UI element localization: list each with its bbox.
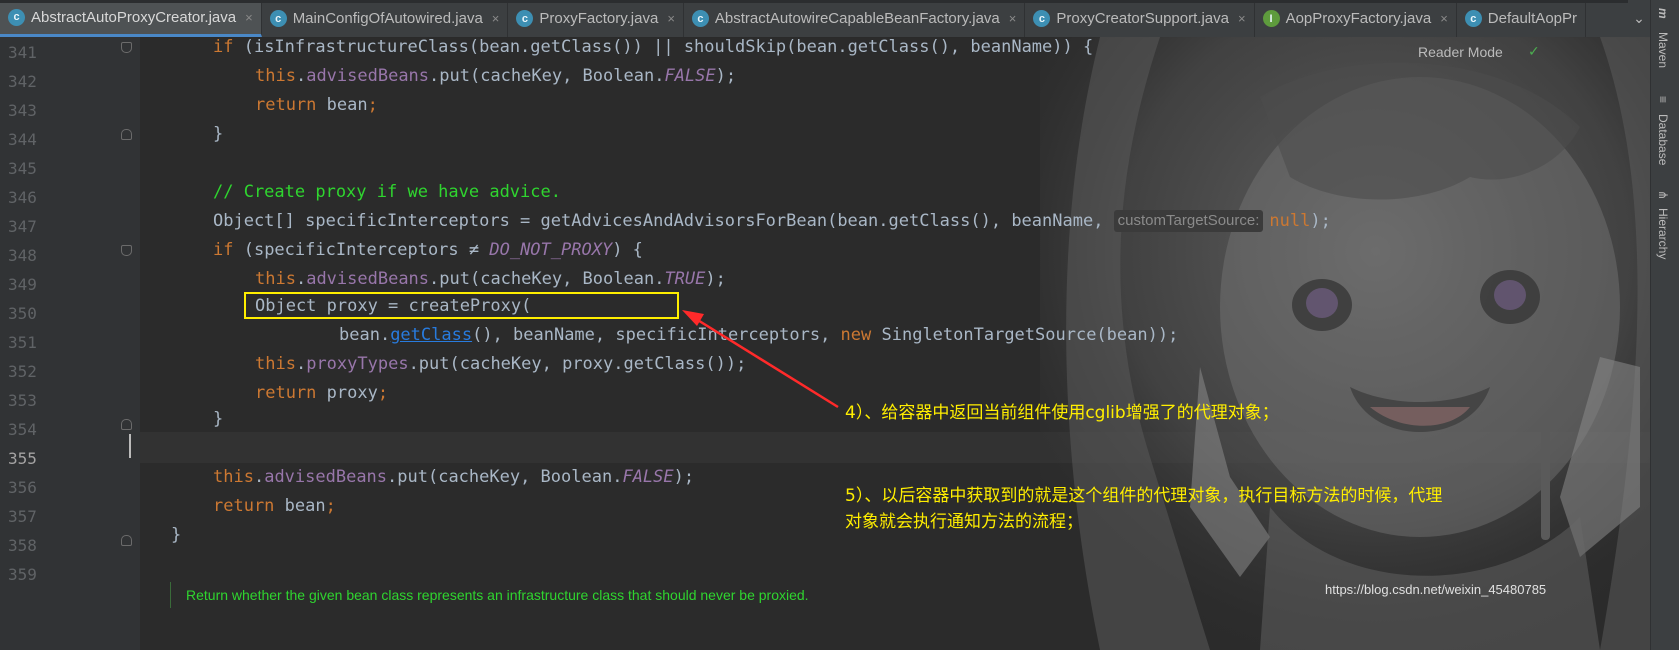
tab-overflow-chevron-icon[interactable]: ⌄ — [1628, 0, 1650, 37]
line-number: 352 — [8, 362, 37, 381]
get-class-link[interactable]: getClass — [390, 325, 472, 345]
line-number: 350 — [8, 304, 37, 323]
code-line-348[interactable]: if (specificInterceptors ≠ DO_NOT_PROXY)… — [213, 235, 643, 266]
tab-label: AbstractAutoProxyCreator.java — [31, 8, 237, 26]
fold-toggle-icon[interactable] — [121, 535, 132, 546]
line-number: 344 — [8, 130, 37, 149]
class-icon: c — [269, 10, 287, 27]
tool-window-maven[interactable]: Maven — [1656, 32, 1670, 68]
line-number: 342 — [8, 72, 37, 91]
database-icon: ≡ — [1656, 96, 1670, 104]
tab-label: ProxyCreatorSupport.java — [1056, 10, 1229, 27]
check-icon: ✓ — [1528, 44, 1540, 60]
code-line-347[interactable]: Object[] specificInterceptors = getAdvic… — [213, 206, 1331, 237]
hierarchy-icon: ⋔ — [1656, 190, 1670, 201]
tab-label: AopProxyFactory.java — [1285, 10, 1432, 27]
yellow-highlight-box — [244, 292, 679, 319]
code-line-358[interactable]: } — [171, 520, 181, 551]
line-number: 353 — [8, 391, 37, 410]
annotation-note-5-line1: 5）、以后容器中获取到的就是这个组件的代理对象，执行目标方法的时候，代理 — [845, 486, 1443, 506]
text-caret — [129, 434, 131, 458]
line-number: 356 — [8, 478, 37, 497]
code-line-344[interactable]: } — [213, 119, 223, 150]
close-icon[interactable]: × — [245, 10, 253, 25]
tab-label: AbstractAutowireCapableBeanFactory.java — [714, 10, 1000, 27]
class-icon: c — [8, 8, 25, 26]
tab-label: ProxyFactory.java — [539, 10, 659, 27]
code-line-351[interactable]: bean.getClass(), beanName, specificInter… — [339, 320, 1178, 351]
tab-label: DefaultAopPr — [1487, 10, 1577, 27]
close-icon[interactable]: × — [667, 11, 675, 26]
annotation-note-5-line2: 对象就会执行通知方法的流程； — [845, 512, 1083, 532]
tab-aop-proxy-factory[interactable]: I AopProxyFactory.java × — [1255, 0, 1457, 37]
line-number-gutter[interactable]: 341 342 343 344 345 346 347 348 349 350 … — [0, 37, 140, 650]
class-icon: c — [691, 10, 709, 27]
class-icon: c — [516, 10, 534, 27]
close-icon[interactable]: × — [1440, 11, 1448, 26]
close-icon[interactable]: × — [492, 11, 500, 26]
class-icon: c — [1464, 10, 1482, 27]
maven-logo-icon: m — [1656, 8, 1670, 19]
breadcrumb-strip — [0, 0, 1650, 3]
editor-scrollbar-thumb[interactable] — [1541, 420, 1550, 540]
line-number: 351 — [8, 333, 37, 352]
interface-icon: I — [1262, 10, 1280, 27]
right-tool-window-bar: m Maven ≡ Database ⋔ Hierarchy — [1650, 0, 1679, 650]
code-line-354[interactable]: } — [213, 404, 223, 435]
line-number: 348 — [8, 246, 37, 265]
code-line-343[interactable]: return bean; — [255, 90, 378, 121]
code-line-341[interactable]: if (isInfrastructureClass(bean.getClass(… — [213, 32, 1093, 63]
line-number: 349 — [8, 275, 37, 294]
line-number: 346 — [8, 188, 37, 207]
watermark-text: https://blog.csdn.net/weixin_45480785 — [1325, 582, 1547, 597]
tab-label: MainConfigOfAutowired.java — [292, 10, 483, 27]
code-line-357[interactable]: return bean; — [213, 491, 336, 522]
class-icon: c — [1033, 10, 1051, 27]
code-line-353[interactable]: return proxy; — [255, 378, 388, 409]
line-number: 358 — [8, 536, 37, 555]
close-icon[interactable]: × — [1009, 11, 1017, 26]
tab-default-aop-proxy-factory[interactable]: c DefaultAopPr — [1457, 0, 1586, 37]
line-number: 343 — [8, 101, 37, 120]
code-line-342[interactable]: this.advisedBeans.put(cacheKey, Boolean.… — [255, 61, 736, 92]
line-number: 345 — [8, 159, 37, 178]
tool-window-hierarchy[interactable]: Hierarchy — [1656, 208, 1670, 259]
line-number: 354 — [8, 420, 37, 439]
fold-toggle-icon[interactable] — [121, 245, 132, 256]
line-number: 359 — [8, 565, 37, 584]
code-line-356[interactable]: this.advisedBeans.put(cacheKey, Boolean.… — [213, 462, 694, 493]
line-number: 347 — [8, 217, 37, 236]
line-number-current: 355 — [8, 449, 37, 468]
fold-toggle-icon[interactable] — [121, 42, 132, 53]
tool-window-database[interactable]: Database — [1656, 114, 1670, 165]
quick-doc-footer: Return whether the given bean class repr… — [170, 582, 809, 608]
line-number: 357 — [8, 507, 37, 526]
close-icon[interactable]: × — [1238, 11, 1246, 26]
fold-toggle-icon[interactable] — [121, 419, 132, 430]
fold-toggle-icon[interactable] — [121, 129, 132, 140]
reader-mode-toggle[interactable]: Reader Mode — [1418, 44, 1503, 60]
code-line-352[interactable]: this.proxyTypes.put(cacheKey, proxy.getC… — [255, 349, 746, 380]
line-number: 341 — [8, 43, 37, 62]
code-line-346[interactable]: // Create proxy if we have advice. — [213, 177, 561, 208]
annotation-note-4: 4）、给容器中返回当前组件使用cglib增强了的代理对象； — [845, 403, 1279, 423]
parameter-hint: customTargetSource: — [1113, 210, 1264, 232]
